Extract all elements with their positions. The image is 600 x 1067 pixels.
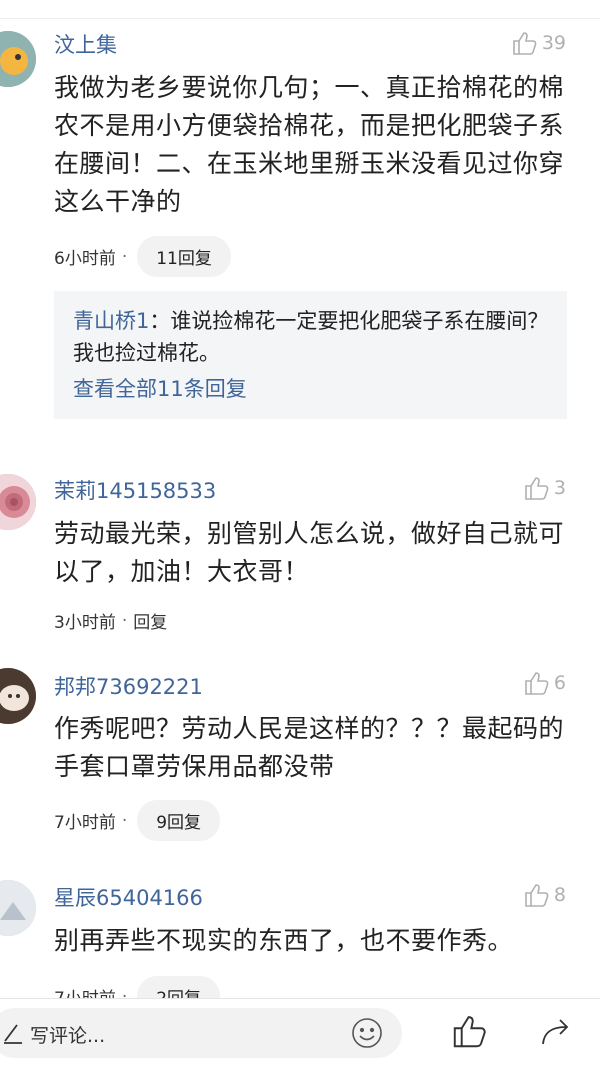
- avatar-image: [0, 474, 36, 530]
- meta-separator: ·: [121, 610, 128, 631]
- thumbs-up-icon: [524, 882, 550, 908]
- avatar-image: [0, 668, 36, 724]
- avatar[interactable]: [0, 31, 36, 87]
- like-count: 39: [541, 32, 566, 54]
- like-button[interactable]: 39: [512, 30, 566, 56]
- comment-username[interactable]: 邦邦73692221: [54, 671, 203, 701]
- like-count: 3: [553, 477, 566, 499]
- pencil-icon: [2, 1021, 24, 1049]
- thumbs-up-icon: [524, 475, 550, 501]
- avatar[interactable]: [0, 880, 36, 936]
- reply-button[interactable]: 回复: [133, 608, 167, 633]
- comment-text: 劳动最光荣，别管别人怎么说，做好自己就可以了，加油！大衣哥！: [54, 519, 565, 586]
- comment-username[interactable]: 星辰65404166: [54, 882, 203, 912]
- comment-text: 作秀呢吧？劳动人民是这样的？？？最起码的手套口罩劳保用品都没带: [54, 714, 565, 781]
- reply-preview-text: 青山桥1：谁说捡棉花一定要把化肥袋子系在腰间？我也捡过棉花。: [73, 305, 553, 369]
- thumbs-up-icon[interactable]: [452, 1013, 488, 1053]
- meta-separator: ·: [121, 810, 128, 831]
- avatar-image: [0, 31, 36, 87]
- comment-placeholder: 写评论...: [30, 1025, 106, 1047]
- comment-meta: 7小时前 · 9回复: [54, 800, 221, 841]
- avatar[interactable]: [0, 474, 36, 530]
- reply-preview[interactable]: 青山桥1：谁说捡棉花一定要把化肥袋子系在腰间？我也捡过棉花。 查看全部11条回复: [54, 291, 567, 419]
- like-count: 8: [553, 884, 566, 906]
- comment-time: 3小时前: [54, 613, 116, 633]
- like-count: 6: [553, 672, 566, 694]
- comment-input[interactable]: 写评论...: [0, 1008, 402, 1058]
- reply-count-button[interactable]: 9回复: [137, 800, 221, 841]
- avatar-image: [0, 880, 36, 936]
- comment-username[interactable]: 汶上集: [54, 29, 117, 59]
- like-button[interactable]: 6: [524, 670, 566, 696]
- share-icon[interactable]: [540, 1016, 572, 1050]
- top-divider: [0, 18, 600, 19]
- comment-time: 7小时前: [54, 813, 116, 833]
- thumbs-up-icon: [524, 670, 550, 696]
- comment-text: 我做为老乡要说你几句；一、真正拾棉花的棉农不是用小方便袋拾棉花，而是把化肥袋子系…: [54, 73, 565, 216]
- reply-username[interactable]: 青山桥1: [73, 309, 149, 333]
- avatar[interactable]: [0, 668, 36, 724]
- comment-meta: 3小时前 · 回复: [54, 608, 167, 634]
- meta-separator: ·: [121, 246, 128, 267]
- comment-username[interactable]: 茉莉145158533: [54, 475, 216, 505]
- comment-meta: 6小时前 · 11回复: [54, 236, 231, 277]
- thumbs-up-icon: [512, 30, 538, 56]
- comment-time: 6小时前: [54, 249, 116, 269]
- reply-count-button[interactable]: 11回复: [137, 236, 231, 277]
- like-button[interactable]: 8: [524, 882, 566, 908]
- comment-text: 别再弄些不现实的东西了，也不要作秀。: [54, 926, 514, 955]
- emoji-icon[interactable]: [350, 1016, 384, 1054]
- view-all-replies-link[interactable]: 查看全部11条回复: [73, 373, 247, 403]
- bottom-comment-bar: 写评论...: [0, 998, 600, 1067]
- like-button[interactable]: 3: [524, 475, 566, 501]
- reply-colon: ：: [149, 309, 171, 333]
